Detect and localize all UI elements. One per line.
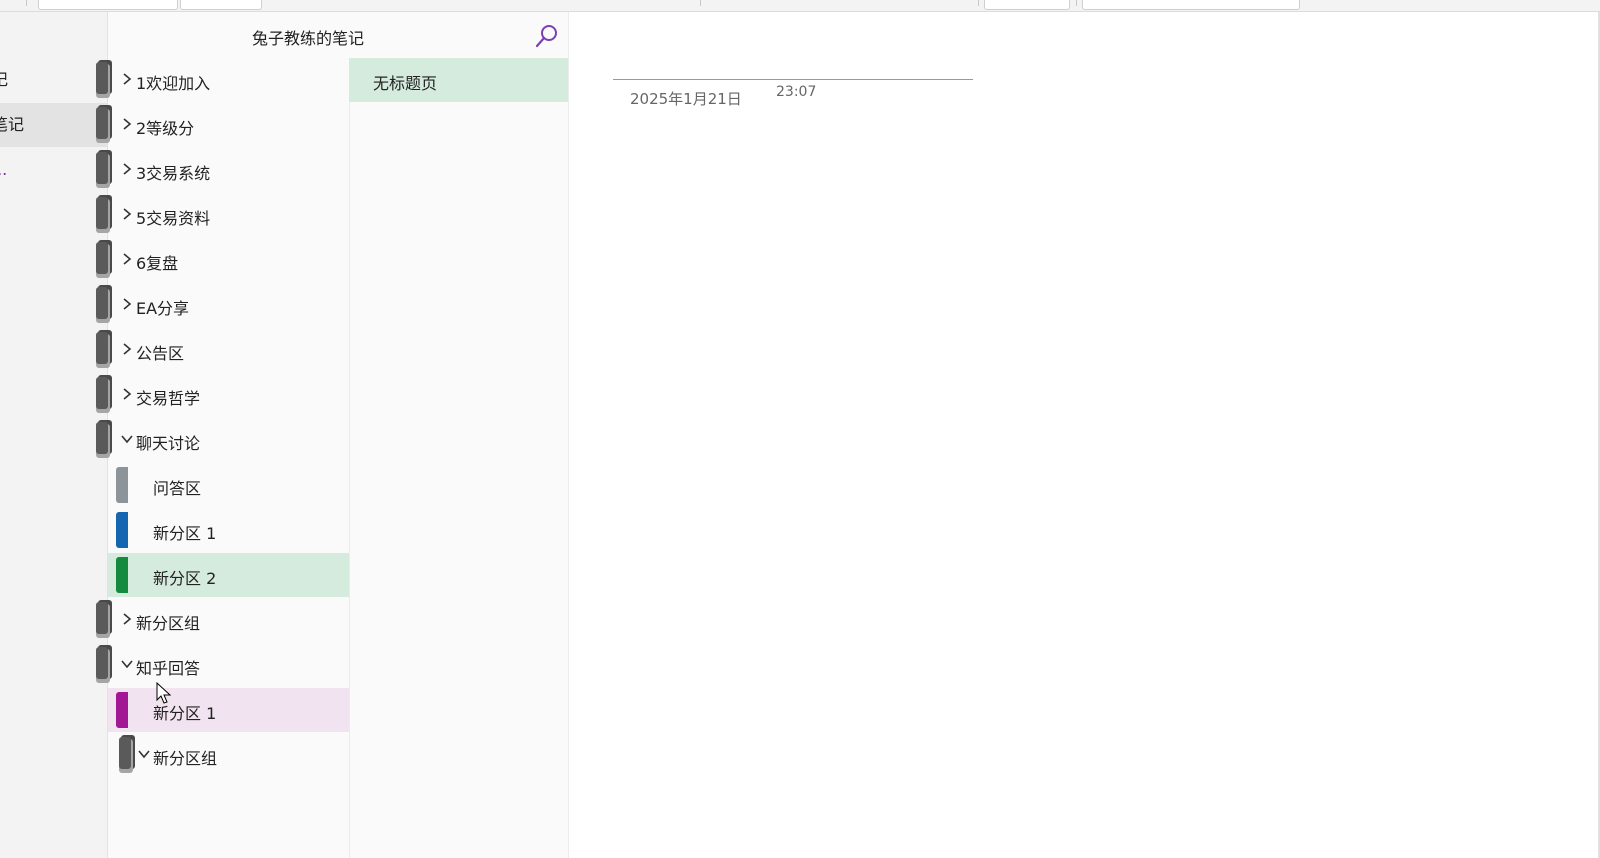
section-group-row[interactable]: EA分享: [96, 283, 349, 327]
toolbar-separator: [700, 0, 701, 6]
section-group-label: EA分享: [136, 299, 190, 318]
chevron-down-icon[interactable]: [120, 432, 134, 446]
section-group-label: 知乎回答: [136, 659, 201, 678]
chevron-right-icon[interactable]: [120, 72, 134, 86]
section-group-row[interactable]: 公告区: [96, 328, 349, 372]
section-row[interactable]: 新分区 2: [108, 553, 349, 597]
section-group-icon: [96, 645, 112, 683]
section-group-icon: [96, 195, 112, 233]
chevron-right-icon[interactable]: [120, 162, 134, 176]
section-group-row[interactable]: 2等级分: [96, 103, 349, 147]
section-group-row[interactable]: 3交易系统: [96, 148, 349, 192]
toolbar-separator: [1076, 0, 1077, 6]
section-row[interactable]: 问答区: [108, 463, 349, 507]
more-notebooks-label: ...: [0, 160, 8, 179]
section-group-row[interactable]: 交易哲学: [96, 373, 349, 417]
section-group-icon: [119, 735, 135, 773]
section-group-icon: [96, 285, 112, 323]
pane-divider: [568, 12, 569, 858]
section-group-label: 交易哲学: [136, 389, 201, 408]
section-group-label: 1欢迎加入: [136, 74, 211, 93]
section-group-label: 6复盘: [136, 254, 179, 273]
section-tab-icon: [116, 512, 128, 548]
page-title-underline: [613, 79, 973, 80]
notebook-item-label: 记: [0, 58, 8, 102]
section-group-icon: [96, 600, 112, 638]
chevron-right-icon[interactable]: [120, 207, 134, 221]
section-tab-icon: [116, 692, 128, 728]
section-group-label: 聊天讨论: [136, 434, 201, 453]
notebook-item[interactable]: 记: [0, 58, 107, 102]
section-group-row[interactable]: 新分区组: [96, 598, 349, 642]
section-group-icon: [96, 60, 112, 98]
section-tab-icon: [116, 467, 128, 503]
search-icon[interactable]: [533, 22, 561, 50]
toolbar-field[interactable]: [984, 0, 1070, 10]
chevron-right-icon[interactable]: [120, 387, 134, 401]
section-group-label: 5交易资料: [136, 209, 211, 228]
page-list-pane: [349, 58, 568, 858]
section-group-row[interactable]: 5交易资料: [96, 193, 349, 237]
mouse-cursor-icon: [156, 682, 172, 704]
section-group-row[interactable]: 新分区组: [108, 733, 349, 777]
page-date: 2025年1月21日: [630, 90, 742, 108]
toolbar-field[interactable]: [38, 0, 178, 10]
toolbar-separator: [978, 0, 979, 6]
page-item-selected[interactable]: 无标题页: [349, 58, 568, 102]
section-group-icon: [96, 240, 112, 278]
onenote-window: 记 笔记 ... 兔子教练的笔记 1欢迎加入 2等级分 3交易系统 5交易资料 6复盘 E…: [0, 0, 1600, 858]
section-tab-icon: [116, 557, 128, 593]
section-row[interactable]: 新分区 1: [108, 508, 349, 552]
chevron-right-icon[interactable]: [120, 252, 134, 266]
page-time: 23:07: [776, 84, 817, 100]
section-group-label: 新分区组: [136, 614, 201, 633]
section-group-row[interactable]: 6复盘: [96, 238, 349, 282]
page-item-label: 无标题页: [373, 74, 438, 93]
section-group-icon: [96, 420, 112, 458]
section-group-icon: [96, 330, 112, 368]
section-label: 新分区 2: [153, 569, 217, 588]
chevron-down-icon[interactable]: [120, 657, 134, 671]
chevron-right-icon[interactable]: [120, 117, 134, 131]
toolbar-field[interactable]: [1082, 0, 1300, 10]
section-row[interactable]: 新分区 1: [108, 688, 349, 732]
section-group-icon: [96, 150, 112, 188]
notebook-title[interactable]: 兔子教练的笔记: [108, 25, 508, 49]
section-group-label: 公告区: [136, 344, 185, 363]
notebook-item-label: 笔记: [0, 115, 25, 134]
chevron-down-icon[interactable]: [137, 747, 151, 761]
toolbar-field[interactable]: [180, 0, 262, 10]
section-group-row[interactable]: 聊天讨论: [96, 418, 349, 462]
section-group-label: 新分区组: [153, 749, 218, 768]
section-group-row[interactable]: 1欢迎加入: [96, 58, 349, 102]
chevron-right-icon[interactable]: [120, 612, 134, 626]
notebook-pane: 记 笔记 ...: [0, 12, 108, 858]
section-group-icon: [96, 375, 112, 413]
section-label: 问答区: [153, 479, 202, 498]
toolbar-separator: [26, 0, 27, 6]
chevron-right-icon[interactable]: [120, 342, 134, 356]
section-group-row[interactable]: 知乎回答: [96, 643, 349, 687]
chevron-right-icon[interactable]: [120, 297, 134, 311]
section-group-label: 2等级分: [136, 119, 195, 138]
notebook-title-bar: 兔子教练的笔记: [108, 12, 568, 58]
notebook-item-selected[interactable]: 笔记: [0, 103, 107, 147]
section-group-icon: [96, 105, 112, 143]
toolbar-strip: [0, 0, 1600, 12]
more-notebooks-link[interactable]: ...: [0, 148, 107, 192]
section-group-label: 3交易系统: [136, 164, 211, 183]
section-label: 新分区 1: [153, 524, 217, 543]
